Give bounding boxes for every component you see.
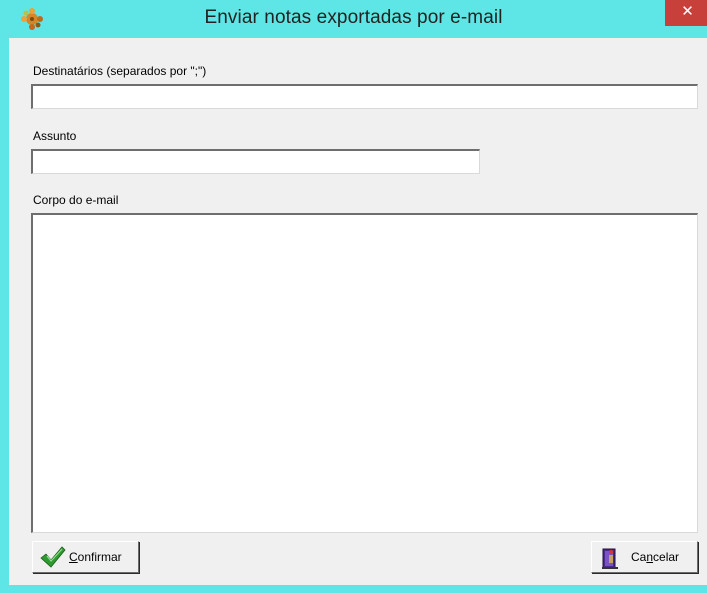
title-bar[interactable]: Enviar notas exportadas por e-mail ✕ [0, 0, 707, 38]
body-label: Corpo do e-mail [33, 193, 119, 207]
email-dialog-window: Enviar notas exportadas por e-mail ✕ Des… [0, 0, 707, 593]
recipients-label: Destinatários (separados por ";") [33, 64, 207, 78]
subject-input[interactable] [31, 149, 480, 174]
subject-label: Assunto [33, 129, 77, 143]
close-button[interactable]: ✕ [665, 0, 707, 26]
checkmark-icon [40, 546, 66, 571]
cancel-label: Cancelar [631, 550, 680, 564]
body-textarea[interactable] [31, 213, 698, 533]
cancel-button[interactable]: Cancelar [591, 541, 698, 573]
exit-door-icon [601, 546, 621, 573]
confirm-label: Confirmar [69, 550, 122, 564]
confirm-button[interactable]: Confirmar [32, 541, 139, 573]
dialog-client-area: Destinatários (separados por ";") Assunt… [9, 38, 707, 585]
window-title: Enviar notas exportadas por e-mail [204, 7, 503, 28]
recipients-input[interactable] [31, 84, 698, 109]
close-icon: ✕ [681, 3, 694, 20]
